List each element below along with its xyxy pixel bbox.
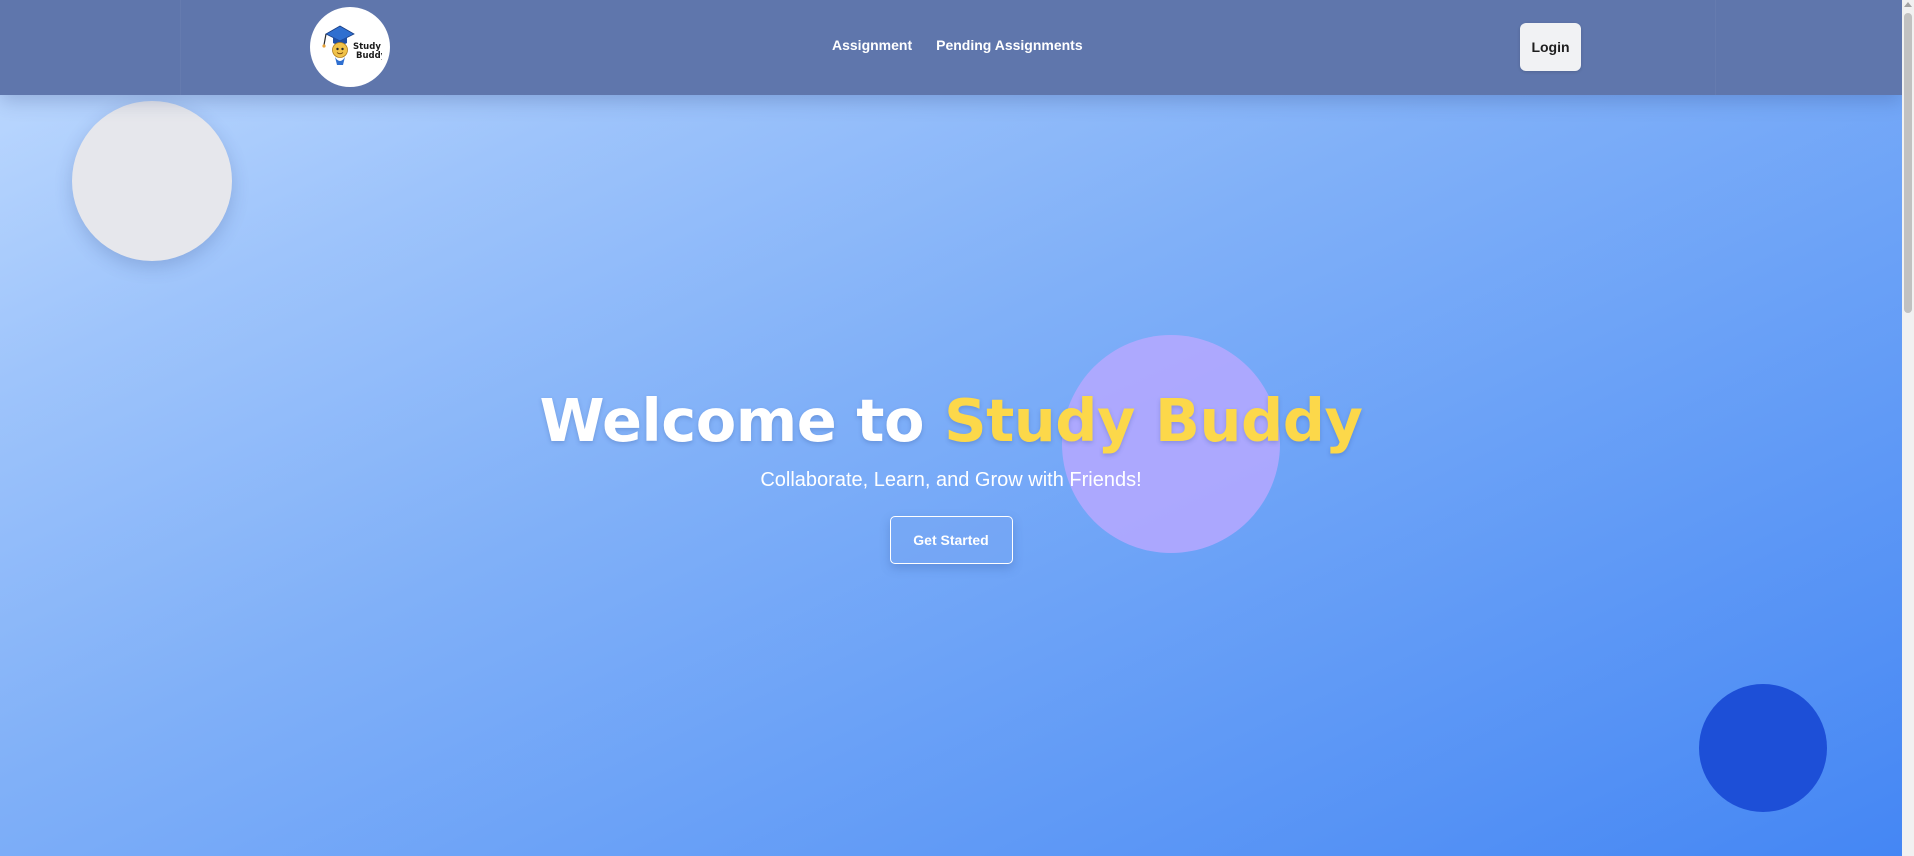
nav-links: Assignment Pending Assignments — [832, 37, 1083, 53]
navbar: Study Buddy Assignment Pending Assignmen… — [0, 0, 1902, 95]
decorative-circle-gray — [72, 101, 232, 261]
nav-link-assignment[interactable]: Assignment — [832, 37, 912, 53]
login-button[interactable]: Login — [1520, 23, 1581, 71]
hero-title: Welcome to Study Buddy — [0, 380, 1902, 462]
hero-subtitle: Collaborate, Learn, and Grow with Friend… — [760, 469, 1142, 491]
landing-page: Study Buddy Assignment Pending Assignmen… — [0, 0, 1914, 856]
logo[interactable]: Study Buddy — [310, 7, 390, 87]
graduation-cap-mascot-icon: Study Buddy — [322, 25, 382, 65]
hero-section: Welcome to Study Buddy Collaborate, Lear… — [0, 380, 1902, 564]
decorative-circle-blue — [1699, 684, 1827, 812]
scrollbar-thumb[interactable] — [1904, 13, 1912, 313]
hero-title-prefix: Welcome to — [539, 386, 945, 455]
vertical-scrollbar[interactable] — [1902, 0, 1914, 856]
svg-text:Buddy: Buddy — [356, 51, 382, 61]
nav-link-pending-assignments[interactable]: Pending Assignments — [936, 37, 1083, 53]
scroll-up-arrow-icon[interactable] — [1904, 2, 1912, 7]
hero-title-highlight: Study Buddy — [944, 386, 1363, 455]
get-started-button[interactable]: Get Started — [889, 516, 1013, 564]
